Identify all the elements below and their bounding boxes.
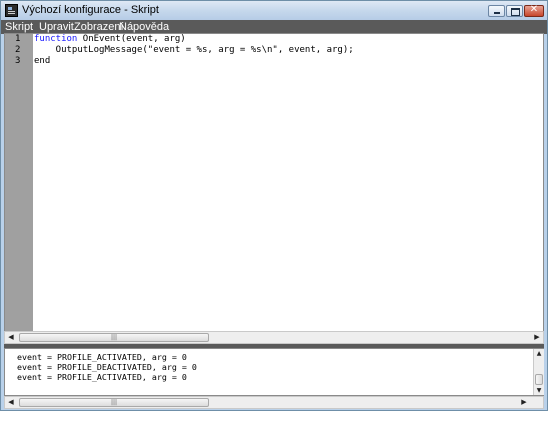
code-text: OnEvent(event, arg) <box>77 34 186 44</box>
app-icon <box>5 4 18 17</box>
code-line: function OnEvent(event, arg) <box>34 34 186 44</box>
output-scroll-thumb[interactable] <box>535 374 543 385</box>
scroll-down-icon[interactable]: ▼ <box>534 386 544 395</box>
menu-upravit[interactable]: Upravit <box>39 21 74 33</box>
menu-napoveda[interactable]: Nápověda <box>119 21 169 33</box>
line-number: 3 <box>15 56 21 66</box>
title-bar[interactable]: Výchozí konfigurace - Skript ✕ <box>1 1 547 20</box>
grip-icon: ||| <box>111 399 118 406</box>
menu-zobrazeni[interactable]: Zobrazení <box>74 21 124 33</box>
script-editor[interactable]: 1 2 3 function OnEvent(event, arg) Outpu… <box>4 33 544 332</box>
log-line: event = PROFILE_ACTIVATED, arg = 0 <box>17 372 187 382</box>
minimize-button[interactable] <box>488 5 505 17</box>
close-button[interactable]: ✕ <box>524 4 544 17</box>
code-text: OutputLogMessage("event = %s, arg = %s\n… <box>34 45 354 55</box>
close-icon: ✕ <box>529 4 539 15</box>
menu-bar: Skript Upravit Zobrazení Nápověda <box>1 20 547 34</box>
grip-icon: ||| <box>111 334 118 341</box>
output-scroll-thumb-h[interactable]: ||| <box>19 398 209 407</box>
window-title: Výchozí konfigurace - Skript <box>22 4 159 16</box>
log-line: event = PROFILE_ACTIVATED, arg = 0 <box>17 352 187 362</box>
scroll-right-icon[interactable]: ▶ <box>518 397 530 408</box>
log-line: event = PROFILE_DEACTIVATED, arg = 0 <box>17 362 197 372</box>
code-keyword: function <box>34 34 78 44</box>
editor-scroll-thumb[interactable]: ||| <box>19 333 209 342</box>
menu-skript[interactable]: Skript <box>5 21 33 33</box>
line-number: 1 <box>15 34 21 44</box>
line-number-gutter: 1 2 3 <box>5 34 33 331</box>
code-line: OutputLogMessage("event = %s, arg = %s\n… <box>34 45 354 55</box>
scroll-left-icon[interactable]: ◀ <box>5 397 17 408</box>
scroll-left-icon[interactable]: ◀ <box>5 332 17 343</box>
output-log[interactable]: event = PROFILE_ACTIVATED, arg = 0 event… <box>4 348 544 396</box>
code-text: end <box>34 56 51 66</box>
output-vertical-scrollbar[interactable]: ▲ ▼ <box>533 349 544 395</box>
maximize-button[interactable] <box>506 5 523 17</box>
scroll-right-icon[interactable]: ▶ <box>531 332 543 343</box>
line-number: 2 <box>15 45 21 55</box>
output-horizontal-scrollbar[interactable]: ◀ ||| ▶ <box>4 396 544 409</box>
code-line: end <box>34 56 50 66</box>
editor-horizontal-scrollbar[interactable]: ◀ ||| ▶ <box>4 331 544 344</box>
scroll-up-icon[interactable]: ▲ <box>534 349 544 358</box>
